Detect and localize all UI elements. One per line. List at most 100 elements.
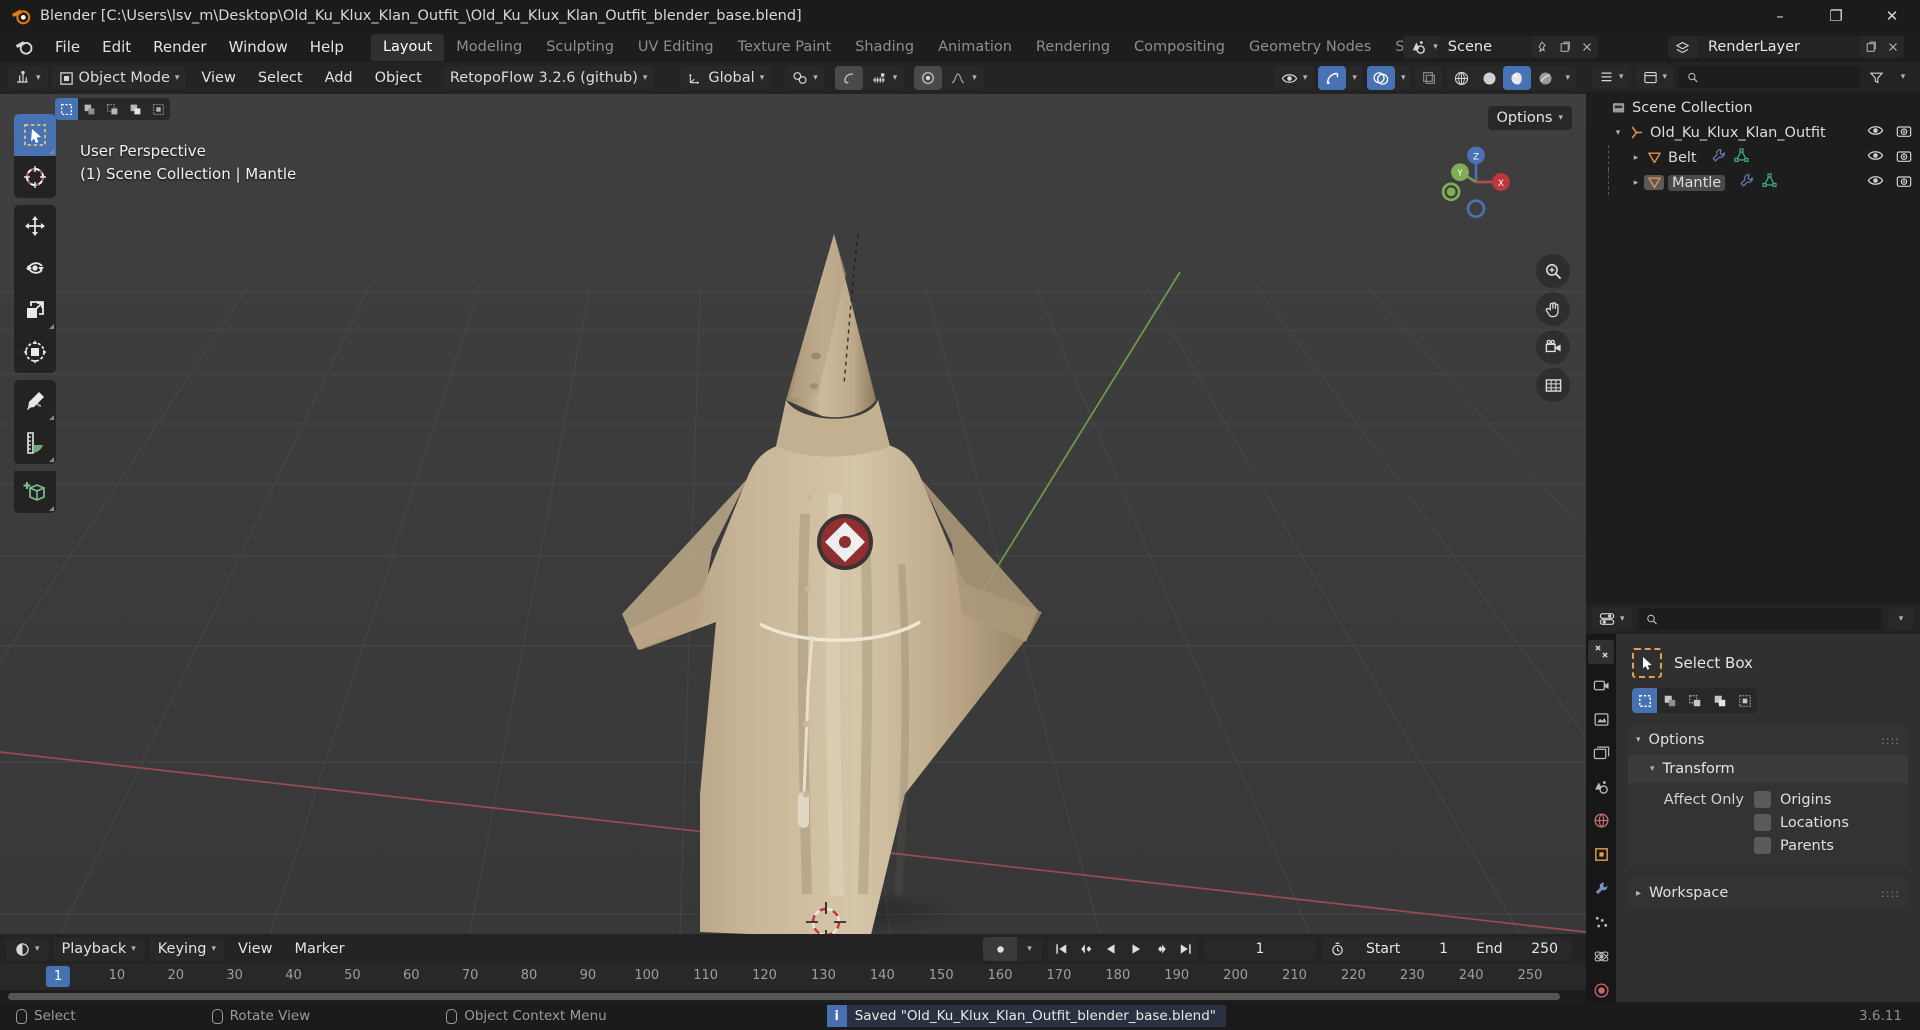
disclosure-closed-icon[interactable]: ▸ [1628,153,1644,163]
tab-render[interactable] [1588,674,1614,698]
select-invert-icon[interactable] [1707,688,1732,713]
show-overlays-icon[interactable] [1366,66,1395,90]
viewport-3d[interactable]: ▾ Object Mode ▾ View Select Add Object Reto… [0,62,1586,934]
outliner-item-label[interactable]: Old_Ku_Klux_Klan_Outfit [1650,125,1826,141]
visibility-group[interactable]: ▾ [1273,66,1315,90]
wireframe-shading-icon[interactable] [1447,66,1475,90]
editor-type-selector[interactable]: ▾ [8,66,48,90]
rendered-shading-icon[interactable] [1531,66,1559,90]
tab-modifiers[interactable] [1588,877,1614,901]
transform-tool[interactable] [14,331,56,373]
toggle-xray-icon[interactable] [1415,66,1443,90]
tab-view-layer[interactable] [1588,741,1614,765]
auto-keyframe-icon[interactable] [983,937,1017,961]
falloff-curve-icon[interactable]: ▾ [942,66,984,90]
playback-menu-group[interactable]: Playback ▾ [52,937,145,961]
select-subtract-icon[interactable] [1682,688,1707,713]
view-layer-selector[interactable]: RenderLayer [1667,36,1904,58]
navigation-gizmo[interactable]: Z X Y [1436,142,1516,222]
select-extend-icon[interactable] [78,98,101,120]
pan-view-button[interactable] [1536,292,1570,326]
options-panel-header[interactable]: ▾ Options :::: [1628,725,1908,755]
properties-select-mode-pills[interactable] [1632,688,1757,713]
remove-view-layer-icon[interactable] [1882,36,1904,58]
blender-menu-icon[interactable] [14,37,34,57]
outliner-row[interactable]: ▾ Old_Ku_Klux_Klan_Outfit [1586,120,1920,145]
menu-help[interactable]: Help [299,35,355,59]
outliner-item-label[interactable]: Mantle [1668,174,1726,191]
jump-to-prev-keyframe-button[interactable] [1073,937,1098,961]
workspace-tab-animation[interactable]: Animation [926,34,1024,61]
transform-orientation-selector[interactable]: Global ▾ [680,66,772,90]
modifier-wrench-icon[interactable] [1711,148,1726,167]
snap-increment-icon[interactable]: ▾ [863,66,905,90]
overlay-options-chevron[interactable]: ▾ [1395,66,1412,90]
mesh-data-icon[interactable] [1762,173,1777,192]
overlays-group[interactable]: ▾ [1366,66,1412,90]
workspace-tab-geometry-nodes[interactable]: Geometry Nodes [1237,34,1383,61]
tab-output[interactable] [1588,708,1614,732]
parents-checkbox[interactable] [1754,837,1771,854]
close-button[interactable]: ✕ [1864,0,1920,32]
proportional-edit-group[interactable]: ▾ [834,66,905,90]
viewport-menu-object[interactable]: Object [364,68,433,88]
playback-menu[interactable]: Playback ▾ [53,937,145,961]
origins-checkbox[interactable] [1754,791,1771,808]
outliner-filter-chevron[interactable]: ▾ [1892,66,1914,88]
rotate-tool[interactable] [14,247,56,289]
timeline-playhead[interactable]: 1 [45,966,71,987]
properties-editor-type-icon[interactable]: ▾ [1592,607,1632,631]
show-gizmo-icon[interactable] [1318,66,1347,90]
play-button[interactable] [1123,937,1148,961]
object-mode-button[interactable]: Object Mode ▾ [52,66,187,90]
new-view-layer-icon[interactable] [1860,36,1882,58]
tab-scene[interactable] [1588,775,1614,799]
outliner-display-mode[interactable]: ▾ [1635,65,1675,89]
solid-shading-icon[interactable] [1475,66,1503,90]
outliner-tree[interactable]: Scene Collection ▾ Old_Ku_Klux_Klan_Outfit… [1586,92,1920,195]
pin-scene-icon[interactable] [1532,36,1554,58]
proportional-edit-icon[interactable] [834,66,863,90]
scene-selector[interactable]: ▾ Scene [1403,36,1598,58]
outliner-item-label[interactable]: Scene Collection [1632,100,1753,116]
select-subtract-icon[interactable] [101,98,124,120]
scene-name-field[interactable]: Scene [1437,36,1532,58]
outliner-item-label[interactable]: Belt [1668,150,1697,166]
timeline-editor-type[interactable]: ▾ [6,937,49,961]
outliner-editor[interactable]: ▾ ▾ ▾ Scene Collection ▾ Old_Ku_Klux_Klan_… [1586,62,1920,604]
menu-render[interactable]: Render [142,35,217,59]
gizmo-options-chevron[interactable]: ▾ [1346,66,1363,90]
properties-search-field[interactable] [1637,608,1882,630]
select-intersect-icon[interactable] [1732,688,1757,713]
current-frame-field[interactable]: 1 [1204,937,1316,961]
workspace-tab-shading[interactable]: Shading [843,34,926,61]
scale-tool[interactable] [14,289,56,331]
menu-edit[interactable]: Edit [91,35,142,59]
camera-view-button[interactable] [1536,330,1570,364]
interaction-mode-selector[interactable]: Object Mode ▾ [51,66,187,90]
viewport-menu-select[interactable]: Select [247,68,314,88]
maximize-button[interactable]: ❐ [1808,0,1864,32]
snapping-group[interactable]: ▾ [785,66,825,90]
retopoflow-menu[interactable]: RetopoFlow 3.2.6 (github) ▾ [442,66,655,90]
play-reverse-button[interactable] [1098,937,1123,961]
viewport-options-button[interactable]: Options ▾ [1487,106,1572,130]
tab-material[interactable] [1588,978,1614,1002]
proportional-falloff-icon[interactable] [914,66,943,90]
minimize-button[interactable]: – [1752,0,1808,32]
disclosure-open-icon[interactable]: ▾ [1610,128,1626,138]
outliner-row[interactable]: ▸ Mantle [1586,170,1920,195]
outliner-search-input[interactable] [1704,69,1852,85]
workspace-panel-header[interactable]: ▸ Workspace :::: [1628,878,1908,908]
tab-object[interactable] [1588,843,1614,867]
camera-render-icon[interactable] [1896,149,1912,167]
add-cube-tool[interactable] [14,471,56,513]
move-tool[interactable] [14,205,56,247]
keying-menu[interactable]: Keying ▾ [149,937,225,961]
timeline-editor-type-icon[interactable]: ▾ [6,937,49,961]
proportional-falloff-group[interactable]: ▾ [914,66,984,90]
properties-editor[interactable]: ▾ ▾ Select Box ▾ Options:::: ▾ Transfor… [1586,604,1920,1002]
timeline-scrollbar[interactable] [0,990,1586,1002]
new-scene-icon[interactable] [1554,36,1576,58]
playback-controls[interactable] [1048,937,1198,961]
